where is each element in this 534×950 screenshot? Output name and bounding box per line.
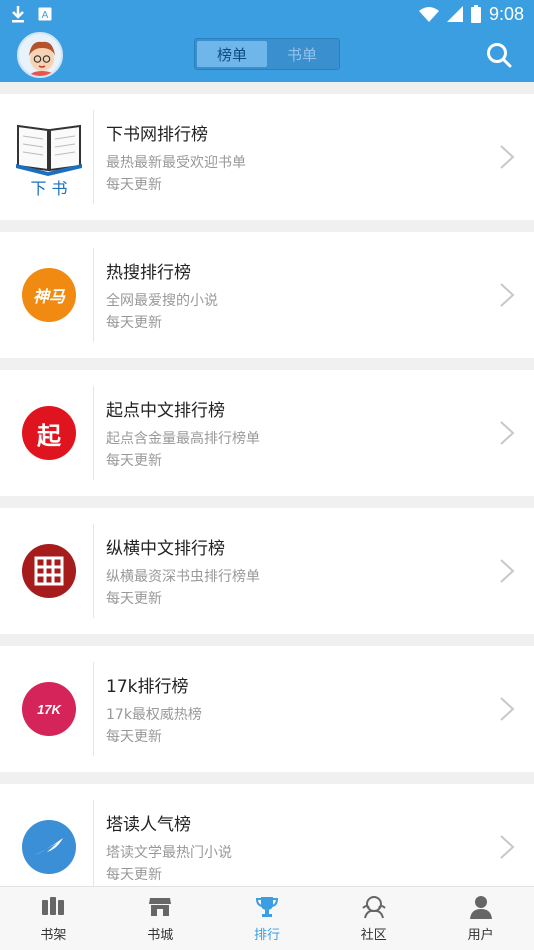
ranking-title: 热搜排行榜 — [106, 263, 191, 283]
tab-label: 书架 — [40, 928, 67, 943]
tab-label: 书城 — [147, 928, 174, 943]
ranking-update: 每天更新 — [106, 315, 162, 331]
battery-icon — [470, 5, 481, 23]
ranking-title: 17k排行榜 — [106, 677, 189, 697]
zongheng-glyph-icon — [34, 556, 64, 586]
qidian-logo-text: 起 — [22, 406, 76, 460]
divider — [93, 524, 94, 618]
avatar-icon — [28, 41, 56, 76]
ranking-title: 起点中文排行榜 — [106, 401, 225, 421]
tab-ranking[interactable]: 排行 — [214, 887, 321, 950]
tadu-logo — [14, 806, 84, 886]
avatar[interactable] — [17, 32, 63, 78]
tab-bookshelf[interactable]: 书架 — [0, 887, 107, 950]
chevron-right-icon — [500, 835, 515, 859]
search-icon[interactable] — [484, 40, 514, 70]
ranking-list: 下 书 下书网排行榜 最热最新最受欢迎书单 每天更新 神马 热搜排行榜 全网最爱… — [0, 82, 534, 886]
tab-label: 社区 — [360, 928, 387, 943]
tab-label: 排行 — [253, 928, 280, 943]
ranking-title: 下书网排行榜 — [106, 125, 208, 145]
zongheng-logo — [14, 530, 84, 612]
divider — [93, 662, 94, 756]
ranking-title: 纵横中文排行榜 — [106, 539, 225, 559]
community-icon — [362, 896, 386, 919]
ranking-desc: 最热最新最受欢迎书单 — [106, 155, 246, 171]
tab-bookstore[interactable]: 书城 — [107, 887, 214, 950]
trophy-icon — [255, 897, 278, 917]
ranking-desc: 纵横最资深书虫排行榜单 — [106, 569, 260, 585]
ranking-item-zongheng[interactable]: 纵横中文排行榜 纵横最资深书虫排行榜单 每天更新 — [0, 508, 534, 634]
wifi-icon — [418, 7, 439, 22]
signal-icon — [446, 6, 463, 22]
user-icon — [469, 896, 492, 919]
17k-logo: 17K — [14, 668, 84, 750]
ranking-title: 塔读人气榜 — [106, 815, 191, 835]
tab-user[interactable]: 用户 — [427, 887, 534, 950]
ranking-update: 每天更新 — [106, 591, 162, 607]
17k-logo-text: 17K — [22, 682, 76, 736]
ranking-item-17k[interactable]: 17K 17k排行榜 17k最权威热榜 每天更新 — [0, 646, 534, 772]
shenma-logo-text: 神马 — [22, 268, 76, 322]
chevron-right-icon — [500, 697, 515, 721]
tab-rankings[interactable]: 榜单 — [197, 41, 267, 67]
divider — [93, 248, 94, 342]
tab-label: 用户 — [467, 928, 494, 943]
tab-booklists[interactable]: 书单 — [267, 41, 337, 67]
ranking-update: 每天更新 — [106, 867, 162, 883]
a-icon: A — [38, 7, 52, 21]
qidian-logo: 起 — [14, 392, 84, 474]
ranking-desc: 起点含金量最高排行榜单 — [106, 431, 260, 447]
tab-community[interactable]: 社区 — [320, 887, 427, 950]
bottom-tab-bar: 书架 书城 排行 社区 用户 — [0, 886, 534, 950]
divider — [93, 110, 94, 204]
ranking-update: 每天更新 — [106, 729, 162, 745]
divider — [93, 386, 94, 480]
download-icon — [12, 6, 24, 23]
ranking-desc: 全网最爱搜的小说 — [106, 293, 218, 309]
book-logo-text: 下 书 — [30, 179, 67, 198]
ranking-item-hotsearch[interactable]: 神马 热搜排行榜 全网最爱搜的小说 每天更新 — [0, 232, 534, 358]
chevron-right-icon — [500, 559, 515, 583]
ranking-item-tadu[interactable]: 塔读人气榜 塔读文学最热门小说 每天更新 — [0, 784, 534, 886]
divider — [93, 800, 94, 886]
ranking-item-xiashu[interactable]: 下 书 下书网排行榜 最热最新最受欢迎书单 每天更新 — [0, 94, 534, 220]
bookshelf-icon — [42, 897, 65, 915]
chevron-right-icon — [500, 421, 515, 445]
svg-text:A: A — [42, 10, 49, 21]
status-time: 9:08 — [488, 3, 524, 24]
ranking-desc: 17k最权威热榜 — [106, 707, 202, 723]
ranking-update: 每天更新 — [106, 453, 162, 469]
feather-icon — [35, 838, 63, 855]
chevron-right-icon — [500, 283, 515, 307]
ranking-item-qidian[interactable]: 起 起点中文排行榜 起点含金量最高排行榜单 每天更新 — [0, 370, 534, 496]
ranking-desc: 塔读文学最热门小说 — [106, 845, 232, 861]
book-logo: 下 书 — [14, 116, 84, 198]
app-header: 榜单 书单 — [0, 28, 534, 82]
bookstore-icon — [149, 898, 172, 916]
shenma-logo: 神马 — [14, 254, 84, 336]
ranking-update: 每天更新 — [106, 177, 162, 193]
segment-control: 榜单 书单 — [194, 38, 340, 70]
chevron-right-icon — [500, 145, 515, 169]
status-bar: A 9:08 — [0, 0, 534, 28]
